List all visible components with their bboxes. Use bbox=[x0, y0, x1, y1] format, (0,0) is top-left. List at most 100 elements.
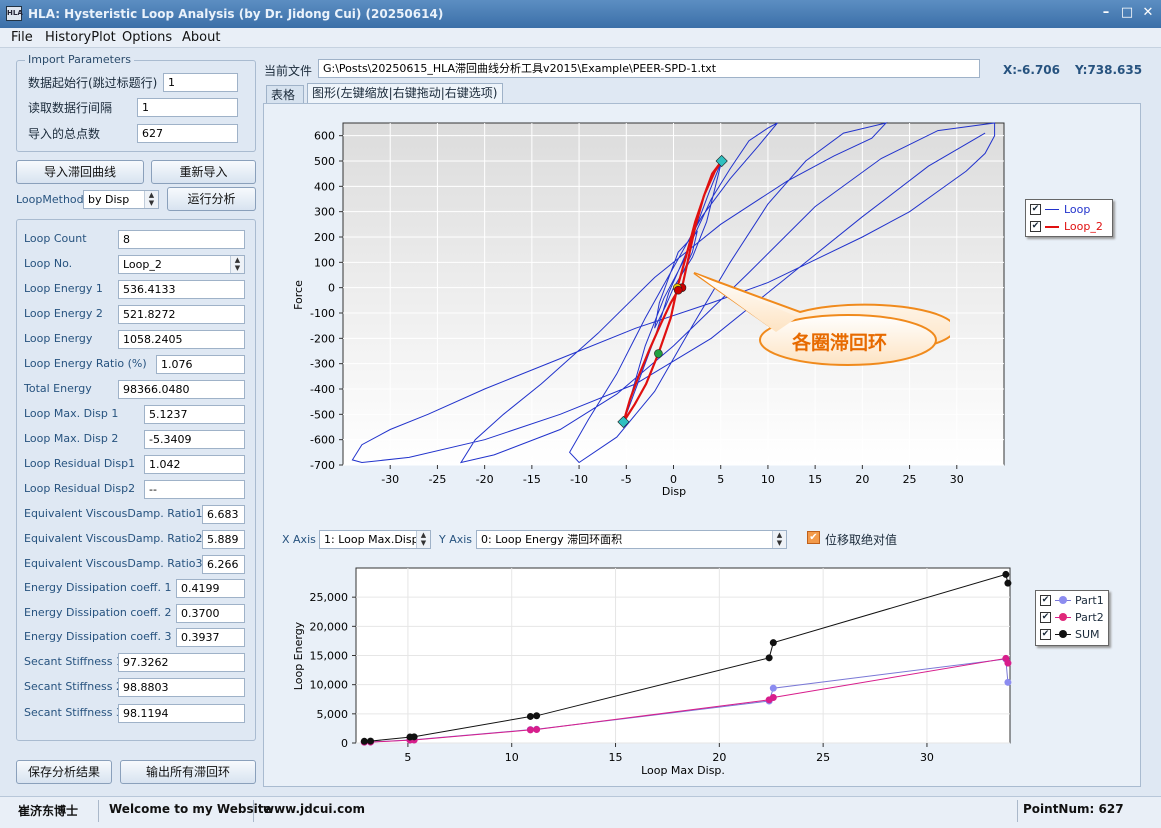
title-bar: HLA HLA: Hysteristic Loop Analysis (by D… bbox=[0, 0, 1161, 28]
result-value-field[interactable]: 98.1194 bbox=[118, 704, 245, 723]
menu-about[interactable]: About bbox=[182, 30, 220, 45]
result-value-field[interactable]: 97.3262 bbox=[118, 653, 245, 672]
x-axis-select[interactable]: 1: Loop Max.Disp ▲ ▼ bbox=[319, 530, 431, 549]
marker-dot bbox=[1059, 596, 1067, 604]
y-tick-label: -300 bbox=[310, 358, 335, 371]
point-marker bbox=[654, 349, 663, 358]
export-loops-button[interactable]: 输出所有滞回环 bbox=[120, 760, 256, 784]
loop-method-label: LoopMethod bbox=[16, 193, 84, 206]
data-point-sum bbox=[367, 737, 375, 745]
result-value-field[interactable]: 8 bbox=[118, 230, 245, 249]
reimport-button[interactable]: 重新导入 bbox=[151, 160, 256, 184]
data-point-part2 bbox=[526, 726, 534, 734]
result-value-field[interactable]: 0.3937 bbox=[176, 628, 245, 647]
result-value-field[interactable]: 0.4199 bbox=[176, 579, 245, 598]
x-axis-select-value: 1: Loop Max.Disp bbox=[324, 533, 419, 546]
status-website-link[interactable]: www.jdcui.com bbox=[263, 802, 365, 816]
abs-disp-checkbox[interactable]: ✔ bbox=[807, 531, 820, 544]
chart2-legend: ✔ Part1 ✔ Part2 ✔ SUM bbox=[1035, 590, 1109, 646]
result-label: Secant Stiffness 1 bbox=[24, 655, 123, 668]
loop-method-select[interactable]: by Disp ▲ ▼ bbox=[83, 190, 159, 209]
y-tick-label: 10,000 bbox=[310, 679, 349, 692]
result-label: Loop Residual Disp1 bbox=[24, 457, 136, 470]
data-point-sum bbox=[526, 712, 534, 720]
result-label: Equivalent ViscousDamp. Ratio2 (%) bbox=[24, 532, 226, 545]
x-tick-label: -10 bbox=[570, 473, 588, 486]
result-label: Loop Residual Disp2 bbox=[24, 482, 136, 495]
save-results-button[interactable]: 保存分析结果 bbox=[16, 760, 112, 784]
spin-arrows-icon: ▲ ▼ bbox=[144, 191, 158, 208]
data-point-sum bbox=[533, 712, 541, 720]
x-tick-label: 5 bbox=[717, 473, 724, 486]
chart1-legend: ✔ Loop ✔ Loop_2 bbox=[1025, 199, 1113, 237]
menu-historyplot[interactable]: HistoryPlot bbox=[45, 30, 116, 45]
abs-disp-label: 位移取绝对值 bbox=[825, 533, 898, 547]
checkbox-icon[interactable]: ✔ bbox=[1040, 629, 1051, 640]
result-value-field[interactable]: 0.3700 bbox=[176, 604, 245, 623]
y-tick-label: 25,000 bbox=[310, 591, 349, 604]
tab-table[interactable]: 表格 bbox=[266, 85, 304, 104]
data-point-sum bbox=[769, 639, 777, 647]
result-value-field[interactable]: 98.8803 bbox=[118, 678, 245, 697]
result-label: Equivalent ViscousDamp. Ratio3 (%) bbox=[24, 557, 226, 570]
checkbox-icon[interactable]: ✔ bbox=[1030, 204, 1041, 215]
row-interval-field[interactable]: 1 bbox=[137, 98, 238, 117]
legend-item-loop2[interactable]: ✔ Loop_2 bbox=[1030, 220, 1110, 234]
menu-options[interactable]: Options bbox=[122, 30, 172, 45]
loop-no-select[interactable]: Loop_2 ▲ ▼ bbox=[118, 255, 245, 274]
menu-bar: File HistoryPlot Options About bbox=[0, 28, 1161, 48]
minimize-icon[interactable]: – bbox=[1098, 5, 1114, 21]
legend-item-part2[interactable]: ✔ Part2 bbox=[1040, 611, 1106, 625]
y-tick-label: 500 bbox=[314, 155, 335, 168]
legend-item-loop[interactable]: ✔ Loop bbox=[1030, 203, 1110, 217]
result-value-field[interactable]: 1058.2405 bbox=[118, 330, 245, 349]
maximize-icon[interactable]: □ bbox=[1119, 5, 1135, 21]
result-value-field[interactable]: 521.8272 bbox=[118, 305, 245, 324]
run-analysis-button[interactable]: 运行分析 bbox=[167, 187, 256, 211]
result-value-field[interactable]: 6.683 bbox=[202, 505, 245, 524]
legend-item-sum[interactable]: ✔ SUM bbox=[1040, 628, 1106, 642]
result-value-field[interactable]: -- bbox=[144, 480, 245, 499]
status-bar: 崔济东博士 Welcome to my Website www.jdcui.co… bbox=[0, 796, 1161, 828]
x-tick-label: 10 bbox=[761, 473, 775, 486]
checkbox-icon[interactable]: ✔ bbox=[1030, 221, 1041, 232]
result-value-field[interactable]: 5.1237 bbox=[144, 405, 245, 424]
result-value-field[interactable]: 6.266 bbox=[202, 555, 245, 574]
checkbox-icon[interactable]: ✔ bbox=[1040, 595, 1051, 606]
result-value-field[interactable]: 1.042 bbox=[144, 455, 245, 474]
start-row-field[interactable]: 1 bbox=[163, 73, 238, 92]
result-value-field[interactable]: -5.3409 bbox=[144, 430, 245, 449]
spin-arrows-icon: ▲ ▼ bbox=[772, 531, 786, 548]
result-label: Loop No. bbox=[24, 257, 73, 270]
loop-no-value: Loop_2 bbox=[123, 258, 162, 271]
checkbox-icon[interactable]: ✔ bbox=[1040, 612, 1051, 623]
legend-item-part1[interactable]: ✔ Part1 bbox=[1040, 594, 1106, 608]
window-title: HLA: Hysteristic Loop Analysis (by Dr. J… bbox=[28, 7, 444, 21]
energy-chart[interactable]: 5 10 15 20 25 30 0 5,000 10,000 15,000 20,000 25,00… bbox=[280, 560, 1020, 780]
result-value-field[interactable]: 98366.0480 bbox=[118, 380, 245, 399]
callout-shape bbox=[693, 272, 950, 366]
y-axis-select[interactable]: 0: Loop Energy 滞回环面积 ▲ ▼ bbox=[476, 530, 787, 549]
close-icon[interactable]: ✕ bbox=[1140, 5, 1156, 21]
total-points-field[interactable]: 627 bbox=[137, 124, 238, 143]
x-tick-label: 10 bbox=[505, 751, 519, 764]
y-tick-label: 100 bbox=[314, 256, 335, 269]
y-tick-label: 0 bbox=[328, 282, 335, 295]
tab-graph[interactable]: 图形(左键缩放|右键拖动|右键选项) bbox=[307, 83, 503, 104]
x-tick-label: 30 bbox=[920, 751, 934, 764]
result-value-field[interactable]: 1.076 bbox=[156, 355, 245, 374]
x-tick-label: 15 bbox=[808, 473, 822, 486]
import-loop-button[interactable]: 导入滞回曲线 bbox=[16, 160, 144, 184]
y-axis-title: Force bbox=[292, 280, 305, 310]
data-point-part2 bbox=[533, 725, 541, 733]
result-value-field[interactable]: 5.889 bbox=[202, 530, 245, 549]
y-tick-label: 400 bbox=[314, 180, 335, 193]
result-value-field[interactable]: 536.4133 bbox=[118, 280, 245, 299]
result-label: Loop Energy Ratio (%) bbox=[24, 357, 147, 370]
menu-file[interactable]: File bbox=[11, 30, 33, 45]
data-point-sum bbox=[360, 737, 368, 745]
file-path-field[interactable]: G:\Posts\20250615_HLA滞回曲线分析工具v2015\Examp… bbox=[318, 59, 980, 78]
x-coord-readout: X:-6.706 bbox=[1003, 63, 1060, 77]
y-tick-label: -500 bbox=[310, 408, 335, 421]
result-label: Secant Stiffness 2 bbox=[24, 680, 123, 693]
